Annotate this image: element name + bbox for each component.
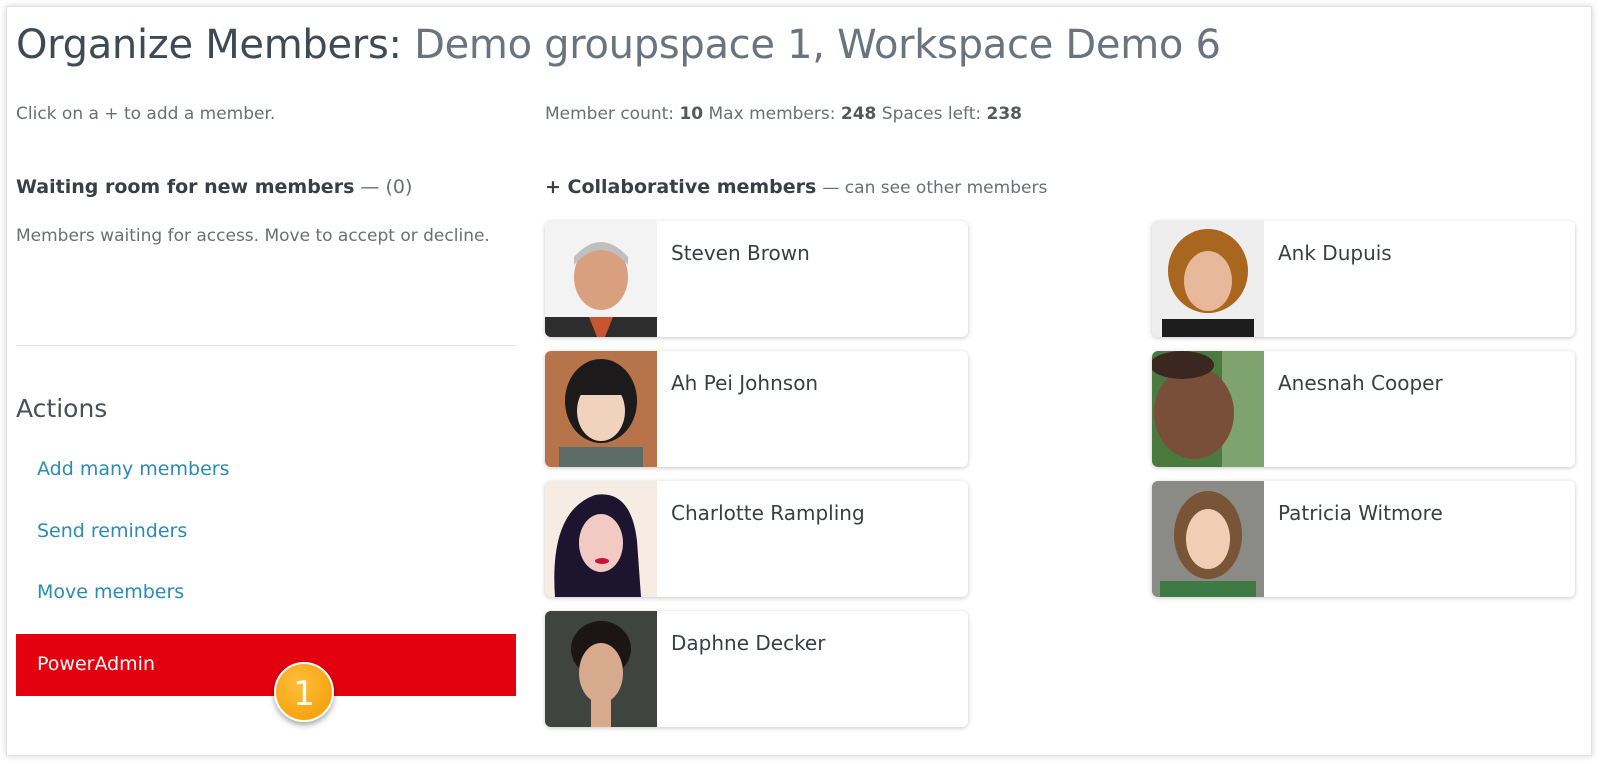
member-card[interactable]: Daphne Decker	[545, 611, 968, 727]
member-card[interactable]: Steven Brown	[545, 221, 968, 337]
page-title: Organize Members: Demo groupspace 1, Wor…	[16, 22, 1221, 68]
avatar	[545, 611, 657, 727]
member-card[interactable]: Anesnah Cooper	[1152, 351, 1575, 467]
member-name: Ah Pei Johnson	[671, 371, 819, 395]
member-card[interactable]: Charlotte Rampling	[545, 481, 968, 597]
max-members-value: 248	[840, 104, 877, 124]
avatar	[545, 351, 657, 467]
step-badge: 1	[274, 662, 334, 722]
member-name: Ank Dupuis	[1278, 241, 1392, 265]
add-many-members-link[interactable]: Add many members	[37, 458, 229, 480]
member-count-label: Member count:	[545, 104, 675, 124]
waiting-room-description: Members waiting for access. Move to acce…	[16, 226, 490, 246]
member-count-value: 10	[679, 104, 704, 124]
avatar	[1152, 221, 1264, 337]
spaces-left-label: Spaces left:	[881, 104, 982, 124]
move-members-link[interactable]: Move members	[37, 581, 184, 603]
add-member-hint: Click on a + to add a member.	[16, 104, 276, 124]
collaborative-members-title: + Collaborative members	[545, 176, 817, 198]
power-admin-button[interactable]: PowerAdmin	[16, 634, 516, 696]
collaborative-members-subtitle: — can see other members	[822, 178, 1048, 198]
spaces-left-value: 238	[986, 104, 1023, 124]
avatar	[1152, 481, 1264, 597]
member-card[interactable]: Ank Dupuis	[1152, 221, 1575, 337]
member-counts: Member count: 10 Max members: 248 Spaces…	[545, 104, 1022, 124]
avatar	[1152, 351, 1264, 467]
avatar	[545, 481, 657, 597]
send-reminders-link[interactable]: Send reminders	[37, 520, 187, 542]
section-divider	[16, 345, 516, 346]
member-card[interactable]: Patricia Witmore	[1152, 481, 1575, 597]
member-name: Daphne Decker	[671, 631, 826, 655]
actions-title: Actions	[16, 394, 108, 423]
avatar	[545, 221, 657, 337]
collaborative-members-heading: + Collaborative members — can see other …	[545, 176, 1047, 198]
member-name: Patricia Witmore	[1278, 501, 1443, 525]
waiting-room-heading: Waiting room for new members — (0)	[16, 176, 412, 198]
waiting-room-count: — (0)	[360, 176, 413, 198]
member-card[interactable]: Ah Pei Johnson	[545, 351, 968, 467]
member-name: Anesnah Cooper	[1278, 371, 1443, 395]
page-title-space: Demo groupspace 1, Workspace Demo 6	[414, 22, 1221, 68]
member-name: Steven Brown	[671, 241, 810, 265]
waiting-room-title: Waiting room for new members	[16, 176, 355, 198]
max-members-label: Max members:	[708, 104, 836, 124]
page-title-prefix: Organize Members:	[16, 22, 402, 68]
member-name: Charlotte Rampling	[671, 501, 865, 525]
